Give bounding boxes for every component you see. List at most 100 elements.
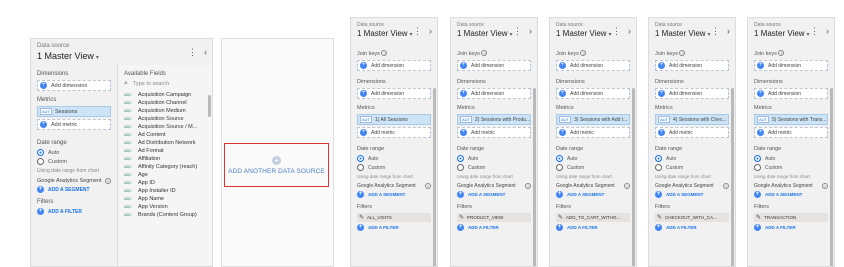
- radio-custom[interactable]: Custom: [457, 164, 531, 171]
- field-item[interactable]: ABC Acquisition Source: [124, 115, 212, 123]
- add-dimension-button[interactable]: + Add dimension: [556, 88, 630, 99]
- field-item[interactable]: ABC Brands (Content Group): [124, 211, 212, 219]
- add-filter-button[interactable]: + ADD A FILTER: [556, 224, 630, 231]
- more-vert-icon[interactable]: ⋮: [612, 26, 621, 37]
- add-join-key-button[interactable]: + Add dimension: [754, 60, 828, 71]
- help-icon[interactable]: ?: [723, 183, 729, 189]
- add-dimension-button[interactable]: + Add dimension: [754, 88, 828, 99]
- add-metric-button[interactable]: + Add metric: [457, 127, 531, 138]
- radio-custom[interactable]: Custom: [655, 164, 729, 171]
- help-icon[interactable]: ?: [778, 50, 785, 56]
- field-item[interactable]: ABC Age: [124, 171, 212, 179]
- add-filter-button[interactable]: + ADD A FILTER: [754, 224, 828, 231]
- field-item[interactable]: ABC App Name: [124, 195, 212, 203]
- chevron-left-icon[interactable]: ‹: [204, 47, 207, 58]
- field-item[interactable]: ABC Ad Distribution Network: [124, 139, 212, 147]
- chevron-right-icon[interactable]: ›: [429, 26, 432, 37]
- add-filter-button[interactable]: + ADD A FILTER: [457, 224, 531, 231]
- chevron-right-icon[interactable]: ›: [826, 26, 829, 37]
- add-filter-button[interactable]: + ADD A FILTER: [37, 208, 111, 215]
- data-source-select[interactable]: 1 Master View ▾: [37, 50, 206, 64]
- radio-auto[interactable]: Auto: [556, 155, 630, 162]
- field-item[interactable]: ABC Acquisition Campaign: [124, 91, 212, 99]
- metric-chip[interactable]: AUT 3) Sessions with Add t...: [556, 114, 630, 125]
- help-icon[interactable]: ?: [481, 50, 488, 56]
- metric-chip[interactable]: AUT 2) Sessions with Produ...: [457, 114, 531, 125]
- add-dimension-button[interactable]: + Add dimension: [655, 88, 729, 99]
- radio-auto[interactable]: Auto: [357, 155, 431, 162]
- field-item[interactable]: ABC Acquisition Source / M...: [124, 123, 212, 131]
- help-icon[interactable]: ?: [679, 50, 686, 56]
- scrollbar[interactable]: [731, 88, 734, 266]
- add-join-key-button[interactable]: + Add dimension: [357, 60, 431, 71]
- field-item[interactable]: ABC App Version: [124, 203, 212, 211]
- help-icon[interactable]: ?: [822, 183, 828, 189]
- chevron-right-icon[interactable]: ›: [628, 26, 631, 37]
- add-filter-button[interactable]: + ADD A FILTER: [655, 224, 729, 231]
- add-segment-button[interactable]: + ADD A SEGMENT: [37, 186, 111, 193]
- radio-custom[interactable]: Custom: [754, 164, 828, 171]
- add-dimension-button[interactable]: + Add dimension: [457, 88, 531, 99]
- filter-chip[interactable]: ✎ TRANSACTION: [754, 213, 828, 222]
- add-metric-button[interactable]: + Add metric: [556, 127, 630, 138]
- filter-chip[interactable]: ✎ PRODUCT_VIEW: [457, 213, 531, 222]
- more-vert-icon[interactable]: ⋮: [413, 26, 422, 37]
- field-item[interactable]: ABC Affinity Category (reach): [124, 163, 212, 171]
- add-dimension-button[interactable]: + Add dimension: [357, 88, 431, 99]
- radio-auto[interactable]: Auto: [754, 155, 828, 162]
- more-vert-icon[interactable]: ⋮: [711, 26, 720, 37]
- add-segment-button[interactable]: + ADD A SEGMENT: [556, 191, 630, 198]
- field-item[interactable]: ABC App ID: [124, 179, 212, 187]
- add-dimension-button[interactable]: + Add dimension: [37, 80, 111, 91]
- field-search[interactable]: ⌕ Type to search: [124, 80, 206, 88]
- help-icon[interactable]: ?: [525, 183, 531, 189]
- help-icon[interactable]: ?: [580, 50, 587, 56]
- add-segment-button[interactable]: + ADD A SEGMENT: [457, 191, 531, 198]
- radio-auto[interactable]: Auto: [655, 155, 729, 162]
- add-join-key-button[interactable]: + Add dimension: [457, 60, 531, 71]
- field-item[interactable]: ABC Ad Content: [124, 131, 212, 139]
- radio-auto[interactable]: Auto: [457, 155, 531, 162]
- help-icon[interactable]: ?: [105, 178, 111, 184]
- field-item[interactable]: ABC App Installer ID: [124, 187, 212, 195]
- add-join-key-button[interactable]: + Add dimension: [556, 60, 630, 71]
- add-join-key-button[interactable]: + Add dimension: [655, 60, 729, 71]
- field-item[interactable]: ABC Ad Format: [124, 147, 212, 155]
- add-segment-button[interactable]: + ADD A SEGMENT: [655, 191, 729, 198]
- filter-chip[interactable]: ✎ ALL_VISITS: [357, 213, 431, 222]
- scrollbar[interactable]: [533, 88, 536, 266]
- scrollbar[interactable]: [433, 88, 436, 266]
- radio-auto[interactable]: Auto: [37, 149, 111, 156]
- field-item[interactable]: ABC Acquisition Channel: [124, 99, 212, 107]
- filter-chip[interactable]: ✎ ADD_TO_CART_WITHO...: [556, 213, 630, 222]
- help-icon[interactable]: ?: [425, 183, 431, 189]
- field-item[interactable]: ABC Acquisition Medium: [124, 107, 212, 115]
- scrollbar[interactable]: [830, 88, 833, 266]
- field-item[interactable]: ABC Affiliation: [124, 155, 212, 163]
- metric-chip[interactable]: AUT 1) All Sessions: [357, 114, 431, 125]
- metric-chip[interactable]: AUT 5) Sessions with Trans...: [754, 114, 828, 125]
- help-icon[interactable]: ?: [624, 183, 630, 189]
- add-filter-button[interactable]: + ADD A FILTER: [357, 224, 431, 231]
- help-icon[interactable]: ?: [381, 50, 388, 56]
- radio-custom[interactable]: Custom: [357, 164, 431, 171]
- radio-custom[interactable]: Custom: [556, 164, 630, 171]
- radio-custom[interactable]: Custom: [37, 158, 111, 165]
- metric-chip[interactable]: AUT Sessions: [37, 106, 111, 117]
- chevron-right-icon[interactable]: ›: [727, 26, 730, 37]
- scrollbar[interactable]: [632, 88, 635, 266]
- add-segment-button[interactable]: + ADD A SEGMENT: [357, 191, 431, 198]
- add-metric-button[interactable]: + Add metric: [37, 119, 111, 130]
- more-vert-icon[interactable]: ⋮: [188, 47, 197, 58]
- more-vert-icon[interactable]: ⋮: [513, 26, 522, 37]
- metric-chip[interactable]: AUT 4) Sessions with Chec...: [655, 114, 729, 125]
- chevron-right-icon[interactable]: ›: [529, 26, 532, 37]
- scrollbar[interactable]: [208, 95, 211, 117]
- add-metric-button[interactable]: + Add metric: [357, 127, 431, 138]
- add-segment-button[interactable]: + ADD A SEGMENT: [754, 191, 828, 198]
- filter-chip[interactable]: ✎ CHECKOUT_WITH_CA...: [655, 213, 729, 222]
- add-metric-button[interactable]: + Add metric: [754, 127, 828, 138]
- add-data-source-button[interactable]: + ADD ANOTHER DATA SOURCE: [224, 143, 329, 187]
- more-vert-icon[interactable]: ⋮: [810, 26, 819, 37]
- add-metric-button[interactable]: + Add metric: [655, 127, 729, 138]
